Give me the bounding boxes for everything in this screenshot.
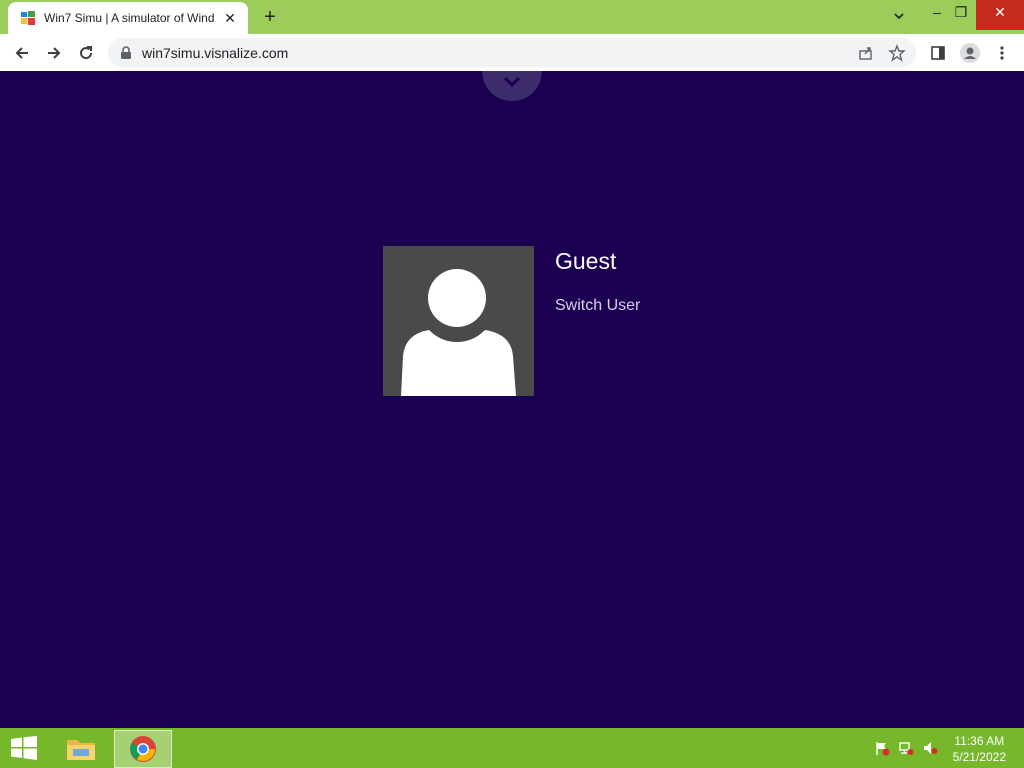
kebab-menu-icon	[1000, 46, 1004, 60]
forward-arrow-icon	[48, 47, 61, 59]
clock-time: 11:36 AM	[954, 734, 1005, 748]
login-screen: Guest Switch User	[0, 71, 1024, 728]
user-silhouette-icon	[401, 269, 516, 396]
close-window-button[interactable]: ✕	[976, 0, 1024, 30]
restore-button[interactable]: ❐	[944, 0, 978, 30]
reload-icon	[80, 46, 93, 60]
menu-button[interactable]	[988, 39, 1016, 67]
windows-logo-icon	[11, 736, 37, 760]
browser-toolbar: win7simu.visnalize.com	[0, 34, 1024, 72]
tab-close-icon[interactable]: ✕	[222, 10, 238, 26]
chrome-icon	[130, 736, 156, 762]
taskbar: 11:36 AM 5/21/2022	[0, 728, 1024, 768]
volume-muted-icon[interactable]	[922, 740, 938, 756]
profile-button[interactable]	[956, 39, 984, 67]
chrome-taskbar-button[interactable]	[114, 730, 172, 768]
switch-user-link[interactable]: Switch User	[555, 297, 640, 315]
browser-tab[interactable]: Win7 Simu | A simulator of Wind ✕	[8, 2, 248, 34]
windows-favicon-icon	[21, 11, 35, 25]
side-panel-button[interactable]	[924, 39, 952, 67]
action-center-flag-icon[interactable]	[874, 740, 890, 756]
back-arrow-icon	[15, 47, 28, 59]
system-clock[interactable]: 11:36 AM 5/21/2022	[953, 733, 1006, 765]
clock-date: 5/21/2022	[952, 750, 1006, 764]
file-explorer-button[interactable]	[58, 730, 104, 766]
share-icon[interactable]	[857, 44, 875, 62]
network-icon[interactable]	[898, 740, 914, 756]
bookmark-star-icon[interactable]	[888, 44, 906, 62]
pull-down-handle[interactable]	[482, 71, 542, 101]
tab-search-chevron-icon[interactable]	[882, 0, 916, 30]
tab-title: Win7 Simu | A simulator of Wind	[44, 11, 215, 25]
new-tab-button[interactable]: +	[258, 6, 282, 28]
url-text[interactable]: win7simu.visnalize.com	[142, 45, 288, 61]
user-avatar[interactable]	[383, 246, 534, 396]
lock-icon[interactable]	[120, 46, 132, 60]
reload-button[interactable]	[72, 39, 100, 67]
user-name: Guest	[555, 248, 617, 274]
folder-icon	[67, 740, 95, 760]
profile-avatar-icon	[960, 43, 980, 63]
chevron-down-icon	[503, 76, 521, 88]
back-button[interactable]	[8, 39, 36, 67]
side-panel-icon	[931, 46, 945, 60]
address-bar[interactable]: win7simu.visnalize.com	[108, 38, 916, 67]
tab-strip: Win7 Simu | A simulator of Wind ✕ + – ❐ …	[0, 0, 1024, 34]
start-button[interactable]	[4, 730, 44, 766]
forward-button[interactable]	[40, 39, 68, 67]
